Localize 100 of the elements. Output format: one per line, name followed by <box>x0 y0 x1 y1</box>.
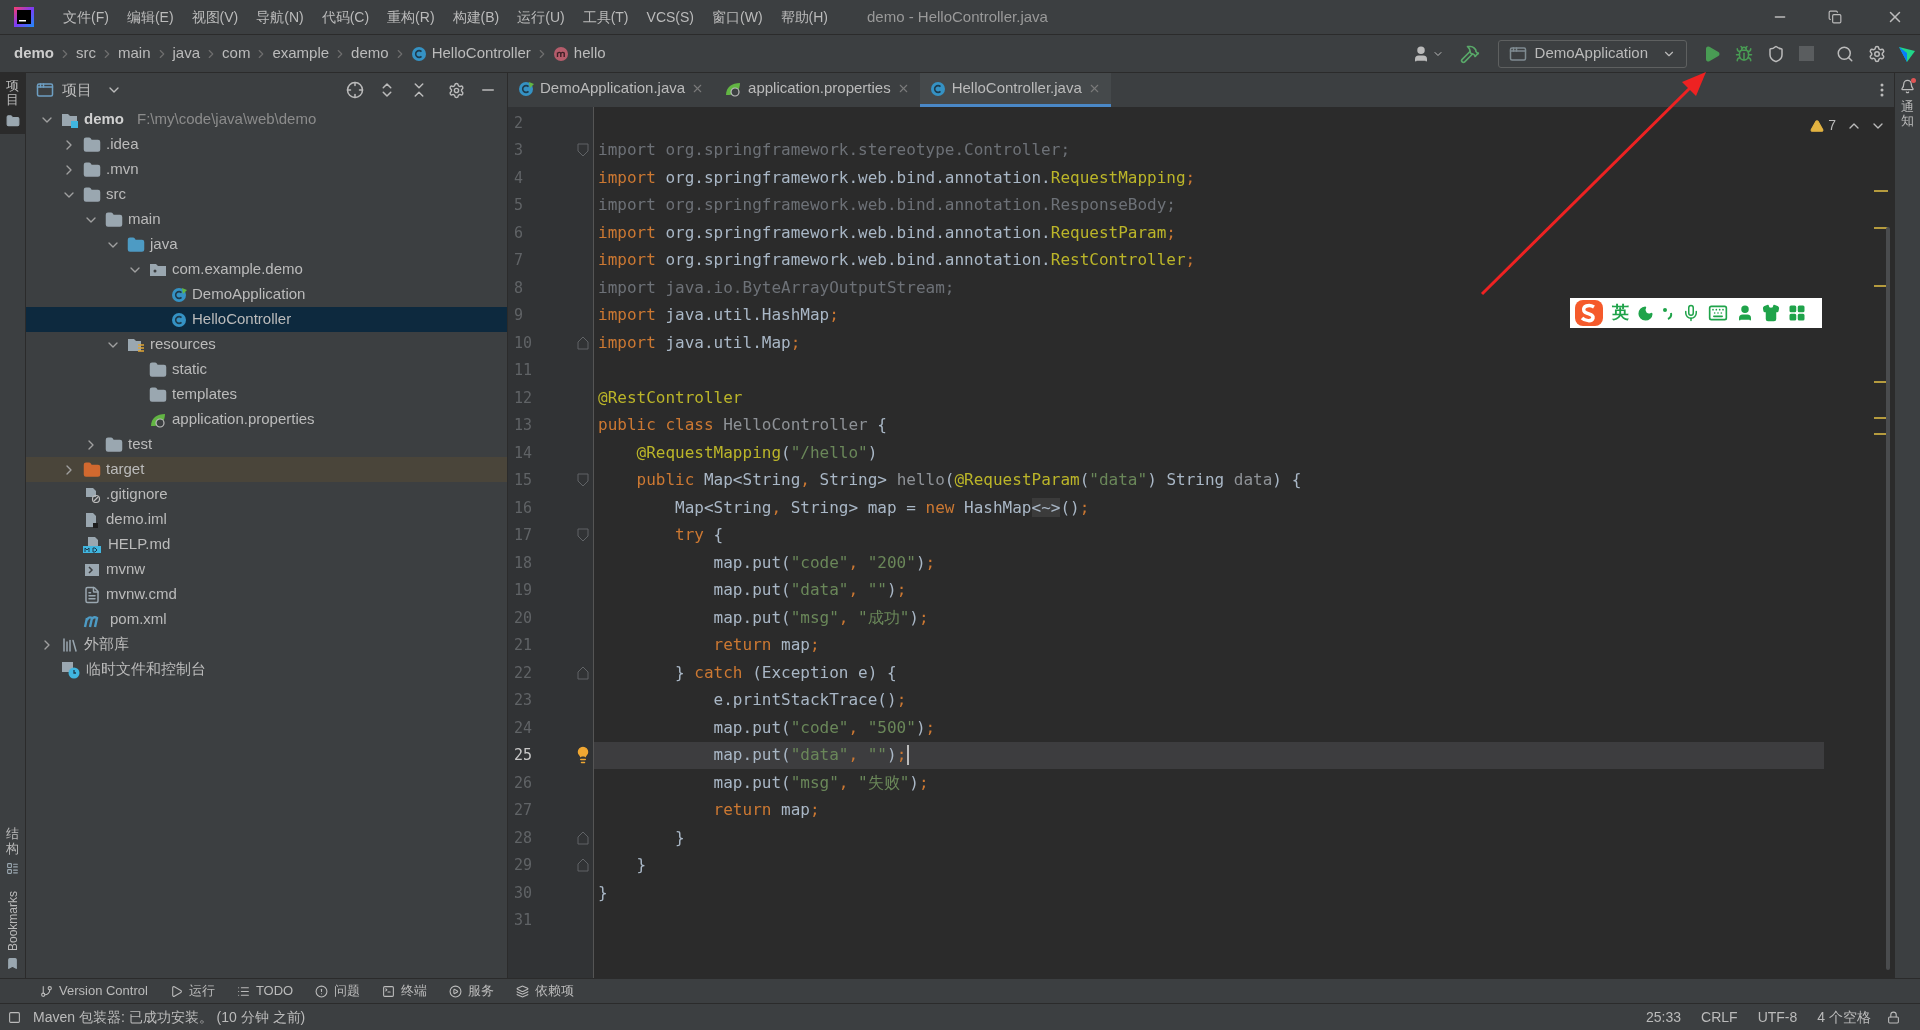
menu-item[interactable]: 视图(V) <box>182 6 248 28</box>
panel-toggle-icon[interactable] <box>8 1010 21 1024</box>
editor-tab[interactable]: HelloController.java <box>919 73 1111 107</box>
fold-marker-icon[interactable] <box>577 335 590 350</box>
moon-icon[interactable] <box>1637 304 1654 322</box>
tree-item[interactable]: resources <box>26 332 507 357</box>
branch-icon[interactable] <box>40 984 53 998</box>
layers-icon[interactable] <box>516 984 530 998</box>
tree-item[interactable]: DemoApplication <box>26 282 507 307</box>
tree-item[interactable]: pom.xml <box>26 607 507 632</box>
coverage-icon[interactable] <box>1767 44 1785 63</box>
tree-item[interactable]: demo F:\my\code\java\web\demo <box>26 107 507 132</box>
menu-item[interactable]: 重构(R) <box>378 6 444 28</box>
tree-item[interactable]: java <box>26 232 507 257</box>
menu-item[interactable]: 代码(C) <box>312 6 379 28</box>
tool-window-button[interactable]: 项目 <box>0 73 25 134</box>
fold-marker-icon[interactable] <box>577 858 590 873</box>
editor-tab[interactable]: DemoApplication.java <box>508 73 715 107</box>
tree-item[interactable]: mvnw.cmd <box>26 582 507 607</box>
keyboard-icon[interactable] <box>1708 303 1728 323</box>
tree-item[interactable]: main <box>26 207 507 232</box>
input-mode[interactable]: 英 <box>1612 300 1629 326</box>
tree-item[interactable]: HelloController <box>26 307 507 332</box>
tree-item[interactable]: .mvn <box>26 157 507 182</box>
menu-item[interactable]: 文件(F) <box>54 6 118 28</box>
tree-item[interactable]: HELP.md <box>26 532 507 557</box>
tool-window-tab[interactable]: 运行 <box>188 981 215 1001</box>
tree-item[interactable]: templates <box>26 382 507 407</box>
fold-marker-icon[interactable] <box>577 830 590 845</box>
lock-icon[interactable] <box>1887 1010 1900 1024</box>
breadcrumb-item[interactable]: main <box>118 42 151 65</box>
status-item[interactable]: 4 个空格 <box>1817 1006 1871 1028</box>
tool-window-button[interactable]: 结构 <box>0 819 25 883</box>
tree-item[interactable]: application.properties <box>26 407 507 432</box>
tree-item[interactable]: 临时文件和控制台 <box>26 657 507 682</box>
restore-icon[interactable] <box>1828 10 1842 24</box>
breadcrumb-item[interactable]: java <box>172 42 201 65</box>
tree-item[interactable]: static <box>26 357 507 382</box>
breadcrumb-item[interactable]: HelloController <box>431 42 531 65</box>
fold-marker-icon[interactable] <box>577 143 590 158</box>
warning-icon[interactable] <box>1810 118 1825 133</box>
tree-item[interactable]: src <box>26 182 507 207</box>
debug-icon[interactable] <box>1735 44 1753 63</box>
tree-item[interactable]: .idea <box>26 132 507 157</box>
menu-item[interactable]: 帮助(H) <box>771 6 837 28</box>
status-item[interactable]: CRLF <box>1701 1006 1738 1028</box>
run-icon[interactable] <box>1703 44 1721 63</box>
breadcrumb-item[interactable]: src <box>76 42 96 65</box>
tool-window-tab[interactable]: 依赖项 <box>535 981 575 1001</box>
warning-count[interactable]: 7 <box>1828 115 1836 136</box>
status-item[interactable]: UTF-8 <box>1757 1006 1798 1028</box>
tool-window-tab[interactable]: 终端 <box>401 981 428 1001</box>
tree-item[interactable]: mvnw <box>26 557 507 582</box>
menu-item[interactable]: 构建(B) <box>443 6 509 28</box>
menu-item[interactable]: 编辑(E) <box>117 6 183 28</box>
breadcrumb-item[interactable]: hello <box>573 42 606 65</box>
warning-stripe-mark[interactable] <box>1874 227 1888 229</box>
menu-item[interactable]: VCS(S) <box>637 6 703 28</box>
notifications-icon[interactable] <box>1900 79 1915 94</box>
more-icon[interactable] <box>1880 83 1884 97</box>
fold-marker-icon[interactable] <box>577 528 590 543</box>
run-configuration-dropdown[interactable]: DemoApplication <box>1497 39 1687 68</box>
terminal-icon[interactable] <box>382 984 396 998</box>
search-icon[interactable] <box>1836 44 1854 63</box>
play-icon[interactable] <box>169 984 183 998</box>
tree-item[interactable]: demo.iml <box>26 507 507 532</box>
grid-icon[interactable] <box>1788 304 1806 322</box>
breadcrumb-item[interactable]: demo <box>351 42 389 65</box>
menu-item[interactable]: 窗口(W) <box>703 6 772 28</box>
play-circle-icon[interactable] <box>449 984 463 998</box>
settings-icon[interactable] <box>448 81 465 99</box>
microphone-icon[interactable] <box>1682 304 1700 322</box>
list-icon[interactable] <box>236 984 250 998</box>
tree-item[interactable]: 外部库 <box>26 632 507 657</box>
status-item[interactable]: 25:33 <box>1646 1006 1682 1028</box>
tool-window-tab[interactable]: TODO <box>255 981 294 1001</box>
editor-tab[interactable]: application.properties <box>714 73 920 107</box>
toolbox-logo[interactable] <box>1898 44 1916 63</box>
menu-item[interactable]: 工具(T) <box>573 6 638 28</box>
tree-item[interactable]: .gitignore <box>26 482 507 507</box>
fold-marker-icon[interactable] <box>577 665 590 680</box>
hammer-icon[interactable] <box>1459 43 1480 64</box>
ime-logo[interactable] <box>1574 299 1604 327</box>
menu-item[interactable]: 导航(N) <box>247 6 313 28</box>
locate-icon[interactable] <box>346 81 364 99</box>
shirt-icon[interactable] <box>1762 304 1780 322</box>
punctuation-icon[interactable] <box>1662 305 1674 321</box>
tree-item[interactable]: test <box>26 432 507 457</box>
menu-item[interactable]: 运行(U) <box>508 6 574 28</box>
scrollbar-thumb[interactable] <box>1886 227 1890 970</box>
alert-icon[interactable] <box>315 984 329 998</box>
breadcrumb-item[interactable]: demo <box>14 42 54 65</box>
tool-window-tab[interactable]: 服务 <box>468 981 495 1001</box>
tree-item[interactable]: target <box>26 457 507 482</box>
user-icon[interactable] <box>1736 304 1754 322</box>
settings-icon[interactable] <box>1868 44 1886 63</box>
breadcrumb-item[interactable]: com <box>222 42 251 65</box>
tool-window-tab[interactable]: 问题 <box>334 981 361 1001</box>
tree-item[interactable]: com.example.demo <box>26 257 507 282</box>
tool-window-button[interactable]: Bookmarks <box>0 882 25 978</box>
